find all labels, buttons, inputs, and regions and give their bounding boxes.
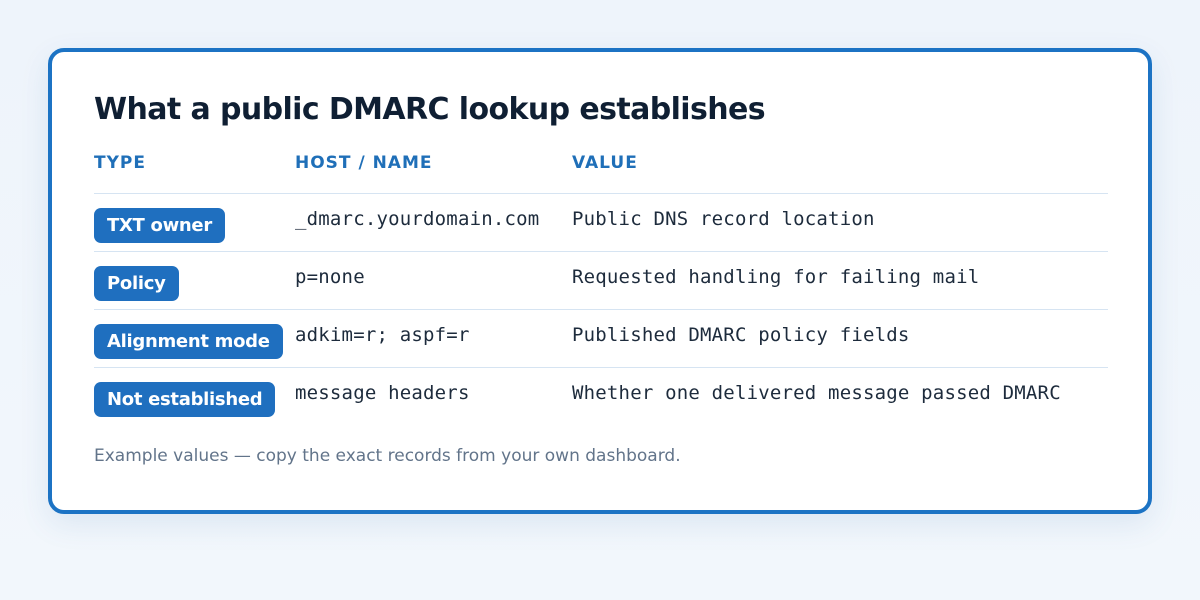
type-cell: Not established xyxy=(94,368,295,417)
type-cell: Policy xyxy=(94,252,295,301)
host-cell: _dmarc.yourdomain.com xyxy=(295,208,540,230)
type-badge: Policy xyxy=(94,266,179,301)
footnote: Example values — copy the exact records … xyxy=(94,446,681,466)
type-cell: Alignment mode xyxy=(94,310,295,359)
page-background: What a public DMARC lookup establishes T… xyxy=(0,0,1200,600)
type-cell: TXT owner xyxy=(94,194,295,243)
host-cell: p=none xyxy=(295,266,365,288)
table-row: Policy p=none Requested handling for fai… xyxy=(94,252,1108,310)
column-header-host: HOST / NAME xyxy=(295,152,433,173)
host-cell: adkim=r; aspf=r xyxy=(295,324,470,346)
card-title: What a public DMARC lookup establishes xyxy=(94,92,766,127)
dmarc-info-card: What a public DMARC lookup establishes T… xyxy=(48,48,1152,514)
table-row: Not established message headers Whether … xyxy=(94,368,1108,426)
value-cell: Published DMARC policy fields xyxy=(572,324,910,346)
value-cell: Requested handling for failing mail xyxy=(572,266,980,288)
column-header-type: TYPE xyxy=(94,152,146,173)
type-badge: Alignment mode xyxy=(94,324,283,359)
table-row: Alignment mode adkim=r; aspf=r Published… xyxy=(94,310,1108,368)
type-badge: Not established xyxy=(94,382,276,417)
table-header: TYPE HOST / NAME VALUE xyxy=(94,148,1108,194)
value-cell: Public DNS record location xyxy=(572,208,875,230)
column-header-value: VALUE xyxy=(572,152,638,173)
table-row: TXT owner _dmarc.yourdomain.com Public D… xyxy=(94,194,1108,252)
host-cell: message headers xyxy=(295,382,470,404)
type-badge: TXT owner xyxy=(94,208,225,243)
dmarc-table: TYPE HOST / NAME VALUE TXT owner _dmarc.… xyxy=(94,148,1108,426)
value-cell: Whether one delivered message passed DMA… xyxy=(572,382,1061,404)
